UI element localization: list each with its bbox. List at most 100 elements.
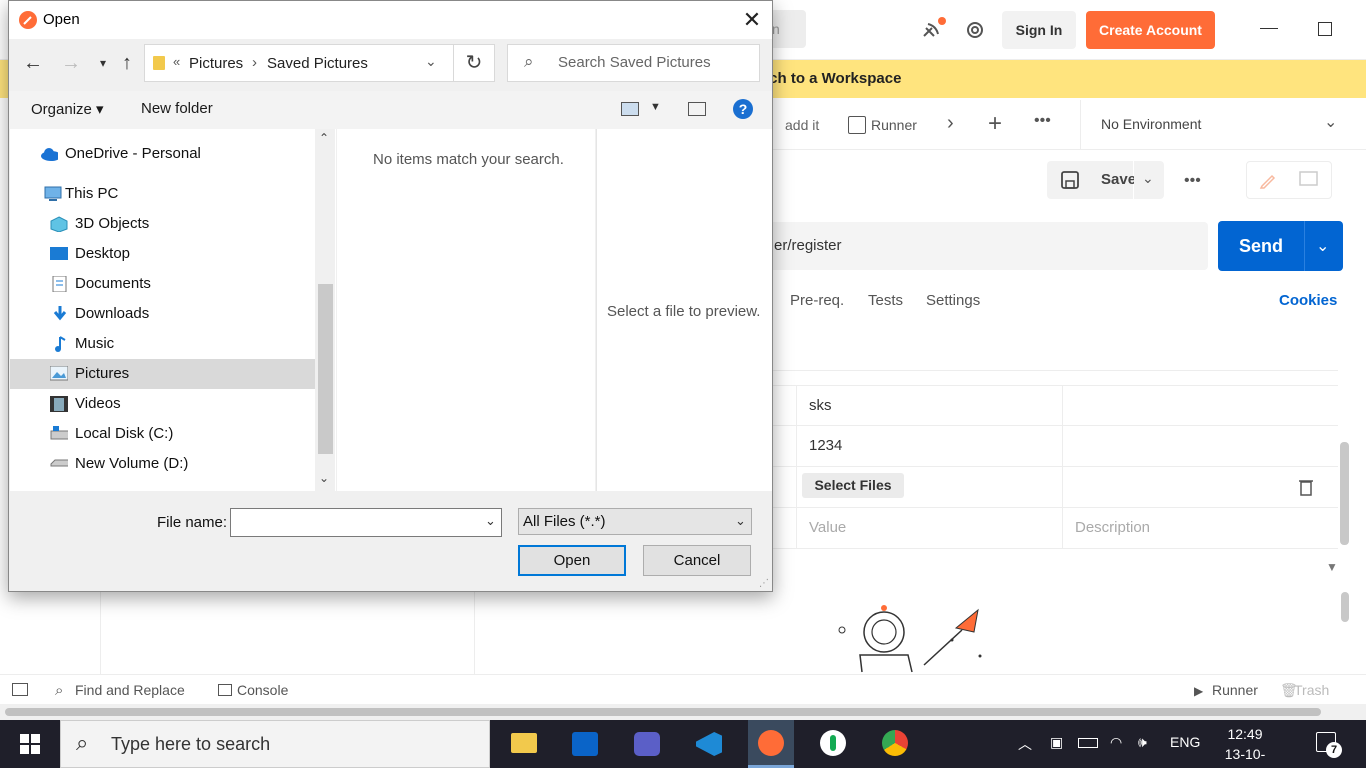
find-replace-button[interactable]: Find and Replace <box>75 682 185 698</box>
close-icon[interactable]: ✕ <box>737 5 767 35</box>
taskbar-search-input[interactable]: Type here to search <box>60 720 490 768</box>
meet-icon[interactable]: ▣ <box>1050 734 1063 751</box>
refresh-icon[interactable]: ↻ <box>453 44 495 82</box>
tree-item-onedrive[interactable]: OneDrive - Personal <box>10 139 315 169</box>
more-icon[interactable]: ••• <box>1034 112 1051 130</box>
postman-app-button[interactable] <box>748 720 794 768</box>
description-cell[interactable] <box>1062 467 1338 507</box>
forward-icon[interactable]: → <box>57 49 85 77</box>
volume-icon[interactable]: 🕪 <box>1138 734 1147 751</box>
new-folder-button[interactable]: New folder <box>141 100 213 117</box>
tree-item-this-pc[interactable]: This PC <box>10 179 315 209</box>
chevron-right-icon[interactable]: › <box>252 54 257 71</box>
tree-item-local-disk[interactable]: Local Disk (C:) <box>10 419 315 449</box>
plus-icon[interactable]: + <box>988 110 1002 138</box>
dialog-titlebar[interactable] <box>9 1 772 39</box>
tab-add-it[interactable]: add it <box>785 117 819 133</box>
tree-item-pictures[interactable]: Pictures <box>10 359 315 389</box>
language-indicator[interactable]: ENG <box>1170 734 1200 750</box>
chevron-up-icon[interactable]: ︿ <box>1018 734 1032 754</box>
send-button[interactable]: Send <box>1218 221 1304 271</box>
value-cell[interactable]: sks <box>796 386 1062 425</box>
teams-app[interactable] <box>624 720 670 768</box>
scrollbar-thumb[interactable] <box>318 284 333 454</box>
chevron-down-icon[interactable]: ⌄ <box>425 53 437 70</box>
tree-item-downloads[interactable]: Downloads <box>10 299 315 329</box>
description-cell[interactable] <box>1062 386 1338 425</box>
chrome-app[interactable] <box>872 720 918 768</box>
sign-in-button[interactable]: Sign In <box>1002 11 1076 49</box>
chevron-up-icon[interactable]: ⌃ <box>319 131 329 145</box>
scrollbar-thumb[interactable] <box>1341 592 1349 622</box>
battery-icon[interactable] <box>1078 738 1098 748</box>
file-list-pane[interactable] <box>337 129 595 491</box>
back-icon[interactable]: ← <box>19 49 47 77</box>
minimize-icon[interactable] <box>1260 28 1278 29</box>
create-account-button[interactable]: Create Account <box>1086 11 1215 49</box>
value-placeholder[interactable]: Value <box>796 508 1062 548</box>
open-button[interactable]: Open <box>518 545 626 576</box>
vscode-app[interactable] <box>686 720 732 768</box>
file-type-select[interactable]: All Files (*.*) <box>518 508 752 535</box>
comment-icon[interactable] <box>1299 171 1319 189</box>
search-input[interactable]: Search Saved Pictures <box>507 44 760 82</box>
overflow-icon[interactable]: « <box>173 54 180 69</box>
file-explorer-app[interactable] <box>500 720 546 768</box>
file-name-input[interactable] <box>230 508 502 537</box>
value-cell[interactable]: 1234 <box>796 426 1062 466</box>
windows-start-icon[interactable] <box>20 734 40 754</box>
chevron-down-icon[interactable]: ▼ <box>650 101 661 113</box>
description-placeholder[interactable]: Description <box>1062 508 1338 548</box>
request-url-input[interactable]: er/register <box>770 222 1208 270</box>
select-files-button[interactable]: Select Files <box>802 473 904 498</box>
chevron-down-icon[interactable]: ⌄ <box>319 471 329 485</box>
pencil-icon[interactable] <box>1258 170 1278 190</box>
help-icon[interactable]: ? <box>733 99 753 119</box>
satellite-icon[interactable] <box>918 16 948 44</box>
tab-prerequest[interactable]: Pre-req. <box>790 292 844 309</box>
chevron-down-icon: ⌄ <box>1316 238 1330 255</box>
view-icon[interactable] <box>621 102 639 116</box>
cookies-link[interactable]: Cookies <box>1279 292 1337 309</box>
chevron-down-icon[interactable]: ⌄ <box>485 513 496 529</box>
gear-icon[interactable] <box>964 19 986 41</box>
wifi-icon[interactable]: ◠ <box>1110 734 1122 751</box>
chevron-right-icon[interactable]: › <box>947 112 954 135</box>
description-cell[interactable] <box>1062 426 1338 466</box>
console-button[interactable]: Console <box>237 682 288 698</box>
restore-icon[interactable] <box>1318 22 1332 36</box>
address-bar[interactable]: « Pictures › Saved Pictures ⌄ <box>144 44 495 82</box>
sidebar-toggle-icon[interactable] <box>12 683 28 696</box>
tree-item-3d-objects[interactable]: 3D Objects <box>10 209 315 239</box>
tab-runner[interactable]: Runner <box>871 117 917 133</box>
tree-item-desktop[interactable]: Desktop <box>10 239 315 269</box>
chevron-down-icon[interactable]: ▼ <box>1326 560 1338 574</box>
clock[interactable]: 12:49 13-10-2022 <box>1210 724 1280 784</box>
chrome-icon <box>882 730 908 756</box>
tree-item-new-volume[interactable]: New Volume (D:) <box>10 449 315 479</box>
organize-button[interactable]: Organize ▾ <box>31 100 104 118</box>
mongodb-app[interactable] <box>810 720 856 768</box>
tab-tests[interactable]: Tests <box>868 292 903 309</box>
cancel-button[interactable]: Cancel <box>643 545 751 576</box>
trash-button[interactable]: Trash <box>1294 682 1329 698</box>
outlook-app[interactable] <box>562 720 608 768</box>
more-icon[interactable]: ••• <box>1184 172 1201 190</box>
scrollbar-thumb[interactable] <box>1340 442 1349 545</box>
tree-item-music[interactable]: Music <box>10 329 315 359</box>
trash-icon[interactable] <box>1298 478 1314 496</box>
breadcrumb-saved-pictures[interactable]: Saved Pictures <box>267 55 368 72</box>
postman-logo-icon <box>19 11 37 29</box>
horizontal-scrollbar[interactable] <box>0 704 1366 720</box>
tree-item-documents[interactable]: Documents <box>10 269 315 299</box>
tree-item-videos[interactable]: Videos <box>10 389 315 419</box>
navigation-scrollbar[interactable]: ⌃ ⌄ <box>315 129 335 491</box>
breadcrumb-pictures[interactable]: Pictures <box>189 55 243 72</box>
resize-grip-icon[interactable]: ⋰ <box>759 578 769 589</box>
runner-button[interactable]: Runner <box>1212 682 1258 698</box>
scrollbar-thumb[interactable] <box>5 708 1321 716</box>
tab-settings[interactable]: Settings <box>926 292 980 309</box>
preview-pane-icon[interactable] <box>688 102 706 116</box>
up-icon[interactable]: ↑ <box>113 49 141 77</box>
tree-label: New Volume (D:) <box>75 455 189 472</box>
